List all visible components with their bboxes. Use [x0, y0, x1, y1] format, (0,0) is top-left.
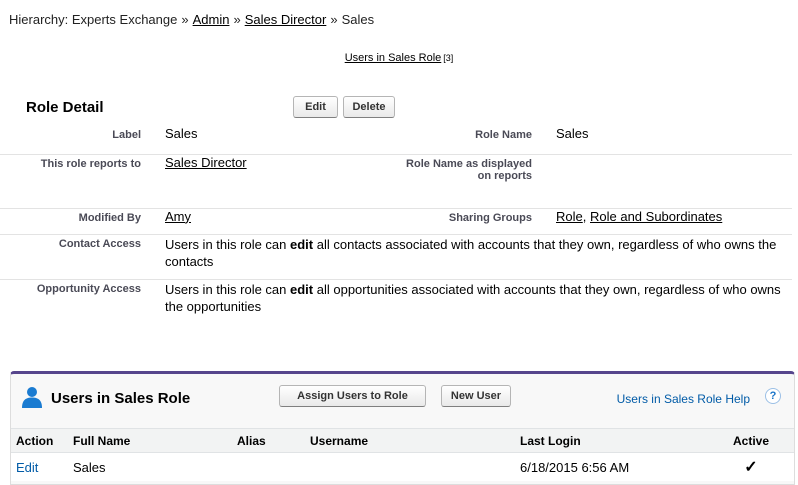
reports-to-link[interactable]: Sales Director [165, 155, 247, 170]
breadcrumb-separator: » [181, 12, 189, 27]
breadcrumb-separator: » [330, 12, 338, 27]
role-name-value: Sales [532, 126, 792, 155]
contact-access-text: Users in this role can [165, 236, 290, 252]
related-list-link-row: Users in Sales Role [3] [0, 52, 798, 64]
role-detail-table: Label Sales Role Name Sales This role re… [0, 126, 792, 319]
table-header-row: Action Full Name Alias Username Last Log… [11, 428, 794, 453]
row-full-name[interactable]: Sales [68, 453, 232, 482]
sharing-group-role-subordinates-link[interactable]: Role and Subordinates [590, 209, 722, 224]
sharing-groups-label: Sharing Groups [404, 208, 532, 235]
opportunity-access-text: Users in this role can [165, 281, 290, 297]
help-icon[interactable]: ? [765, 388, 781, 404]
detail-row: Modified By Amy Sharing Groups Role, Rol… [0, 208, 792, 235]
role-detail-title: Role Detail [26, 99, 104, 116]
contact-access-level: edit [290, 236, 314, 252]
row-username [305, 453, 515, 482]
column-header-full-name[interactable]: Full Name [68, 428, 232, 453]
modified-by-link[interactable]: Amy [165, 209, 191, 224]
panel-title: Users in Sales Role [51, 390, 191, 407]
breadcrumb-link-sales-director[interactable]: Sales Director [245, 12, 327, 27]
label-field-label: Label [0, 126, 141, 155]
detail-row: Contact Access Users in this role can ed… [0, 234, 792, 280]
row-edit-link[interactable]: Edit [16, 460, 38, 475]
help-link[interactable]: Users in Sales Role Help [617, 392, 750, 406]
contact-access-label: Contact Access [0, 234, 141, 280]
users-count: [3] [443, 53, 454, 63]
checkmark-icon: ✓ [744, 459, 758, 476]
user-icon [20, 385, 44, 409]
new-user-button[interactable]: New User [441, 385, 511, 407]
breadcrumb: Hierarchy: Experts Exchange» Admin» Sales … [9, 12, 374, 27]
delete-button[interactable]: Delete [343, 96, 395, 118]
opportunity-access-label: Opportunity Access [36, 282, 141, 295]
breadcrumb-link-admin[interactable]: Admin [193, 12, 230, 27]
reports-to-label: This role reports to [0, 154, 141, 209]
detail-row: Label Sales Role Name Sales [0, 126, 792, 155]
column-header-username[interactable]: Username [305, 428, 515, 453]
column-header-alias[interactable]: Alias [232, 428, 305, 453]
modified-by-label: Modified By [0, 208, 141, 235]
assign-users-button[interactable]: Assign Users to Role [279, 385, 426, 407]
opportunity-access-level: edit [290, 281, 314, 297]
sharing-group-separator: , [582, 208, 587, 224]
table-row: Edit Sales 6/18/2015 6:56 AM ✓ [11, 453, 794, 482]
column-header-active[interactable]: Active [708, 428, 794, 453]
users-in-role-panel: Users in Sales Role Assign Users to Role… [10, 371, 795, 485]
column-header-action: Action [11, 428, 68, 453]
breadcrumb-prefix: Hierarchy: Experts Exchange [9, 12, 178, 27]
edit-button[interactable]: Edit [293, 96, 338, 118]
breadcrumb-separator: » [233, 12, 241, 27]
users-table: Action Full Name Alias Username Last Log… [11, 428, 794, 481]
detail-row: This role reports to Sales Director Role… [0, 154, 792, 209]
users-in-role-link[interactable]: Users in Sales Role [345, 52, 442, 64]
sharing-group-role-link[interactable]: Role [556, 209, 583, 224]
column-header-last-login[interactable]: Last Login [515, 428, 708, 453]
contact-access-value: Users in this role can edit all contacts… [141, 234, 792, 280]
detail-row: Opportunity Access Users in this role ca… [0, 279, 792, 319]
row-alias [232, 453, 305, 482]
opportunity-access-value: Users in this role can edit all opportun… [141, 279, 792, 319]
display-name-label: Role Name as displayed on reports [404, 154, 532, 209]
label-field-value: Sales [141, 126, 404, 155]
role-name-label: Role Name [404, 126, 532, 155]
breadcrumb-current: Sales [341, 12, 375, 27]
row-last-login: 6/18/2015 6:56 AM [520, 459, 630, 475]
display-name-value [532, 154, 792, 209]
